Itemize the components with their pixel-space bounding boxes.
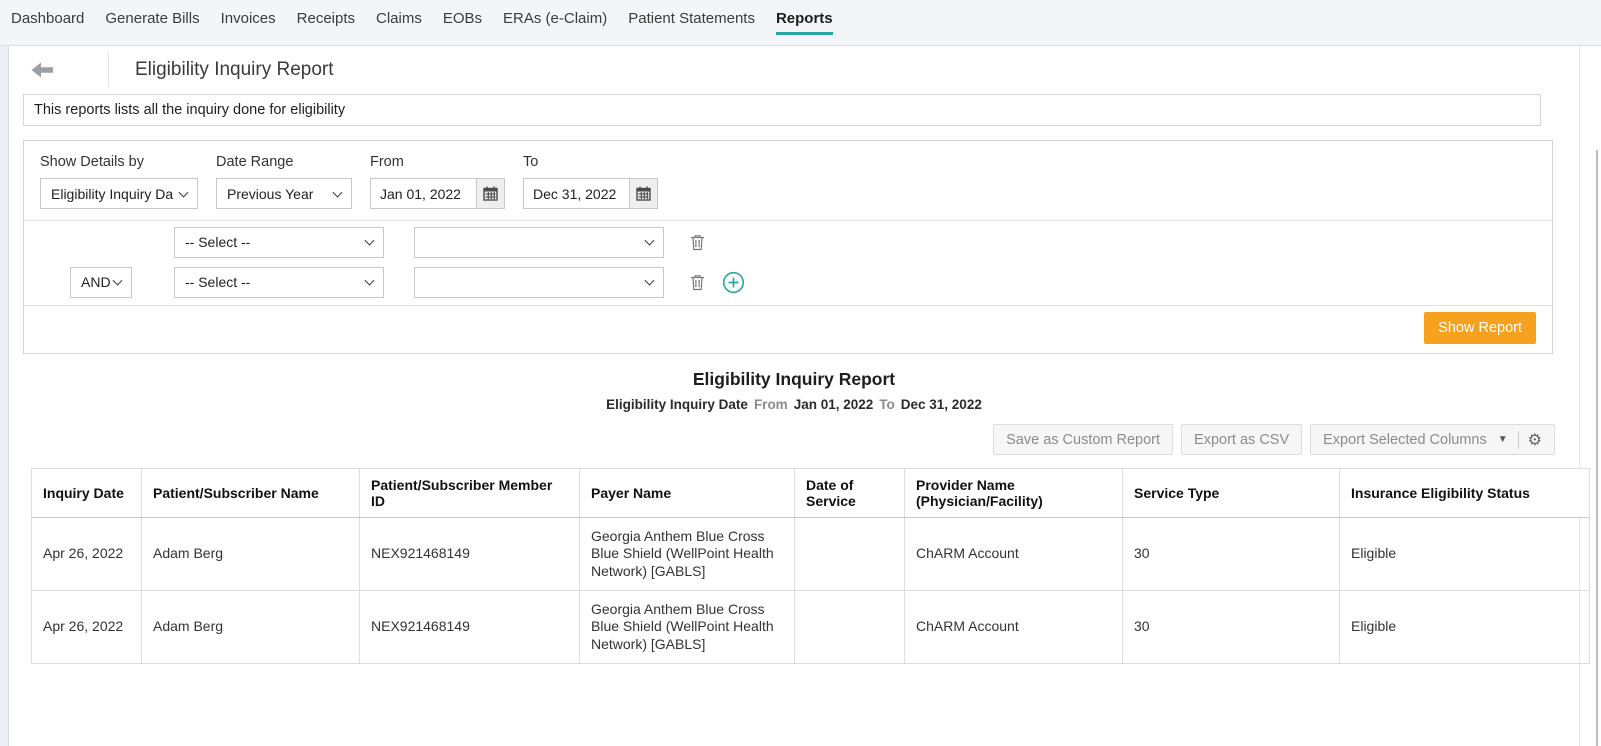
column-header-insurance-eligibility-status: Insurance Eligibility Status — [1339, 468, 1590, 518]
nav-item-generate-bills[interactable]: Generate Bills — [105, 10, 199, 32]
scrollbar[interactable] — [1596, 150, 1598, 746]
cell-provider-name: ChARM Account — [904, 517, 1123, 591]
to-calendar-icon[interactable] — [629, 178, 658, 209]
show-report-row: Show Report — [24, 306, 1552, 353]
show-details-by-group: Show Details by Eligibility Inquiry Da — [40, 154, 198, 209]
subtitle-field: Eligibility Inquiry Date — [606, 397, 748, 412]
cell-inquiry-date: Apr 26, 2022 — [31, 517, 142, 591]
nav-item-invoices[interactable]: Invoices — [221, 10, 276, 32]
export-selected-columns-button[interactable]: Export Selected Columns ▼ ⚙ — [1310, 424, 1555, 455]
condition-2-value-select[interactable] — [414, 266, 664, 298]
condition-row-2: AND -- Select -- — [24, 263, 1552, 305]
nav-item-patient-statements[interactable]: Patient Statements — [628, 10, 755, 32]
column-header-date-of-service: Date of Service — [794, 468, 905, 518]
subtitle-from-label: From — [753, 397, 788, 412]
cell-patient-subscriber-member-id: NEX921468149 — [359, 517, 580, 591]
trash-icon[interactable] — [690, 274, 705, 291]
eligibility-table: Inquiry Date Patient/Subscriber Name Pat… — [31, 468, 1590, 664]
subtitle-to-value: Dec 31, 2022 — [900, 397, 982, 412]
condition-row-1: -- Select -- — [24, 221, 1552, 263]
table-row: Apr 26, 2022 Adam Berg NEX921468149 Geor… — [31, 590, 1590, 664]
page-header: Eligibility Inquiry Report — [9, 46, 1579, 94]
nav-item-dashboard[interactable]: Dashboard — [11, 10, 84, 32]
column-header-payer-name: Payer Name — [579, 468, 795, 518]
cell-service-type: 30 — [1122, 517, 1340, 591]
export-as-csv-button[interactable]: Export as CSV — [1181, 424, 1303, 455]
show-details-by-select[interactable]: Eligibility Inquiry Da — [40, 178, 198, 209]
show-details-by-label: Show Details by — [40, 154, 144, 170]
primary-filters-row: Show Details by Eligibility Inquiry Da D… — [24, 141, 1552, 220]
column-header-patient-subscriber-member-id: Patient/Subscriber Member ID — [359, 468, 580, 518]
from-label: From — [370, 154, 404, 170]
table-header-row: Inquiry Date Patient/Subscriber Name Pat… — [31, 468, 1590, 518]
back-arrow-icon[interactable] — [31, 62, 54, 78]
cell-insurance-eligibility-status: Eligible — [1339, 590, 1590, 664]
save-as-custom-report-button[interactable]: Save as Custom Report — [993, 424, 1174, 455]
show-report-button[interactable]: Show Report — [1424, 312, 1536, 344]
from-calendar-icon[interactable] — [476, 178, 505, 209]
nav-item-claims[interactable]: Claims — [376, 10, 422, 32]
nav-item-reports[interactable]: Reports — [775, 10, 833, 35]
button-separator — [1517, 430, 1519, 449]
main-panel: Eligibility Inquiry Report This reports … — [8, 46, 1590, 746]
header-divider — [108, 53, 109, 87]
add-condition-icon[interactable] — [722, 271, 745, 294]
gear-icon[interactable]: ⚙ — [1528, 430, 1542, 449]
cell-patient-subscriber-name: Adam Berg — [141, 590, 360, 664]
table-row: Apr 26, 2022 Adam Berg NEX921468149 Geor… — [31, 517, 1590, 591]
nav-item-eras-eclaim[interactable]: ERAs (e-Claim) — [503, 10, 607, 32]
cell-provider-name: ChARM Account — [904, 590, 1123, 664]
to-date-input[interactable]: Dec 31, 2022 — [523, 178, 629, 209]
column-header-service-type: Service Type — [1122, 468, 1340, 518]
cell-payer-name: Georgia Anthem Blue Cross Blue Shield (W… — [579, 517, 795, 591]
condition-2-field-select[interactable]: -- Select -- — [174, 266, 384, 298]
condition-1-value-select[interactable] — [414, 226, 664, 258]
cell-insurance-eligibility-status: Eligible — [1339, 517, 1590, 591]
filter-panel: Show Details by Eligibility Inquiry Da D… — [23, 140, 1553, 354]
left-gutter — [0, 46, 8, 746]
from-date-input[interactable]: Jan 01, 2022 — [370, 178, 476, 209]
top-navigation: Dashboard Generate Bills Invoices Receip… — [0, 0, 1601, 46]
nav-item-receipts[interactable]: Receipts — [297, 10, 355, 32]
cell-date-of-service — [794, 517, 905, 591]
cell-patient-subscriber-member-id: NEX921468149 — [359, 590, 580, 664]
column-header-provider-name: Provider Name (Physician/Facility) — [904, 468, 1123, 518]
trash-icon[interactable] — [690, 234, 705, 251]
date-range-group: Date Range Previous Year — [216, 154, 352, 209]
column-header-inquiry-date: Inquiry Date — [31, 468, 142, 518]
date-range-select[interactable]: Previous Year — [216, 178, 352, 209]
nav-item-eobs[interactable]: EOBs — [443, 10, 482, 32]
cell-inquiry-date: Apr 26, 2022 — [31, 590, 142, 664]
to-date-group: To Dec 31, 2022 — [523, 154, 658, 209]
condition-operator-select[interactable]: AND — [70, 266, 132, 298]
report-title: Eligibility Inquiry Report — [692, 369, 896, 389]
report-description: This reports lists all the inquiry done … — [23, 94, 1541, 126]
column-header-patient-subscriber-name: Patient/Subscriber Name — [141, 468, 360, 518]
report-actions: Save as Custom Report Export as CSV Expo… — [9, 424, 1555, 455]
cell-patient-subscriber-name: Adam Berg — [141, 517, 360, 591]
cell-date-of-service — [794, 590, 905, 664]
condition-1-field-select[interactable]: -- Select -- — [174, 226, 384, 258]
cell-service-type: 30 — [1122, 590, 1340, 664]
report-subtitle: Eligibility Inquiry Date From Jan 01, 2022… — [9, 397, 1579, 412]
date-range-label: Date Range — [216, 154, 294, 170]
cell-payer-name: Georgia Anthem Blue Cross Blue Shield (W… — [579, 590, 795, 664]
subtitle-to-label: To — [879, 397, 895, 412]
to-label: To — [523, 154, 539, 170]
subtitle-from-value: Jan 01, 2022 — [793, 397, 874, 412]
chevron-down-icon: ▼ — [1497, 434, 1508, 445]
page-title: Eligibility Inquiry Report — [135, 59, 334, 80]
from-date-group: From Jan 01, 2022 — [370, 154, 505, 209]
